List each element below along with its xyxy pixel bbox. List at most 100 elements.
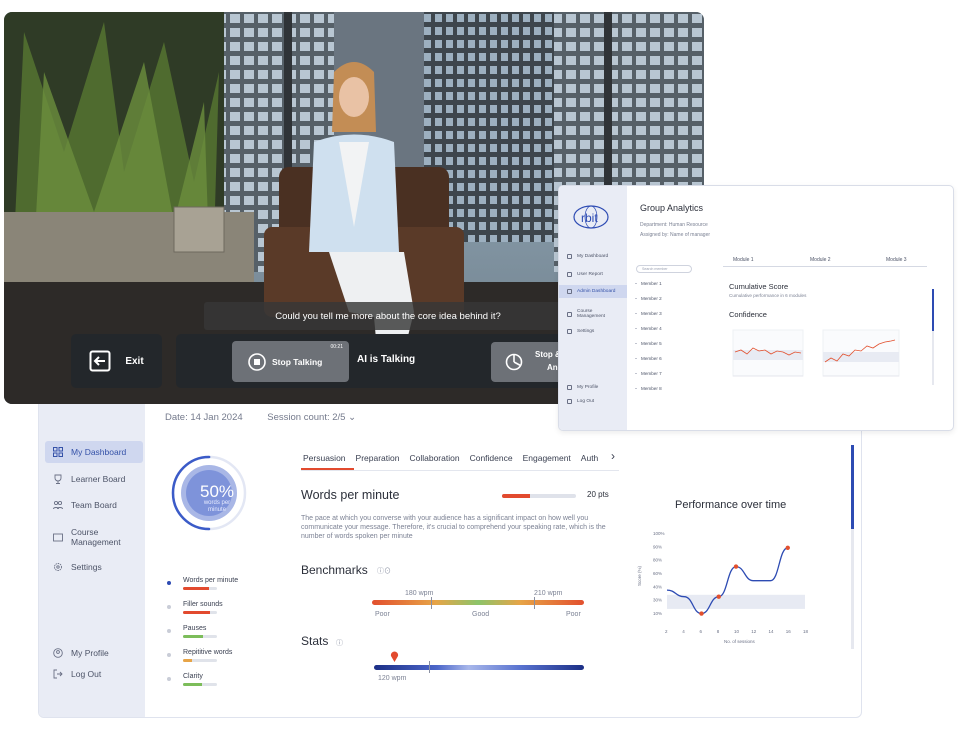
sidebar-item-label: My Profile xyxy=(71,648,109,658)
metric-item[interactable]: Repititive words xyxy=(167,649,257,673)
ga-sidebar-label: Course Management xyxy=(577,309,605,319)
metric-bar xyxy=(183,683,217,686)
metric-bar-fill xyxy=(183,683,202,686)
x-tick-label: 4 xyxy=(682,629,685,634)
benchmark-good: Good xyxy=(472,611,490,618)
member-item[interactable]: Member 4 xyxy=(635,326,662,331)
ga-scrollbar-thumb[interactable] xyxy=(932,289,934,331)
ga-sidebar-course-management[interactable]: Course Management xyxy=(559,306,627,322)
member-item[interactable]: Member 2 xyxy=(635,296,662,301)
location-pin-icon xyxy=(390,651,399,662)
wpm-progress-bar xyxy=(502,494,576,498)
ga-scrollbar[interactable] xyxy=(932,289,934,385)
ga-sidebar: rbit My Dashboard User Report Admin Dash… xyxy=(559,186,627,430)
tab-module-1[interactable]: Module 1 xyxy=(733,257,754,263)
member-item[interactable]: Member 8 xyxy=(635,386,662,391)
folder-icon xyxy=(53,532,63,542)
metric-bar-fill xyxy=(183,587,209,590)
tab-preparation[interactable]: Preparation xyxy=(354,449,408,470)
info-icon[interactable]: ⓘ xyxy=(336,638,343,648)
stats-title: Stats xyxy=(301,634,329,648)
performance-chart: 100% 90% 80% 60% 40% 30% 10% 2 4 6 8 10 12 14 16 18 No. … xyxy=(637,531,809,644)
member-item[interactable]: Member 5 xyxy=(635,341,662,346)
sidebar-item-settings[interactable]: Settings xyxy=(45,556,143,578)
folder-icon xyxy=(567,311,572,317)
question-caption: Could you tell me more about the core id… xyxy=(204,302,572,330)
sidebar-item-label: Course Management xyxy=(71,527,121,547)
ga-department: Department: Human Resource xyxy=(640,222,708,228)
wpm-progress-fill xyxy=(502,494,531,498)
ga-sidebar-user-report[interactable]: User Report xyxy=(559,268,627,281)
metric-bar xyxy=(183,659,217,662)
ga-sidebar-label: My Profile xyxy=(577,385,599,390)
y-tick-label: 100% xyxy=(653,531,665,536)
metric-bar xyxy=(183,611,217,614)
sidebar-item-label: Team Board xyxy=(71,500,117,510)
x-tick-label: 18 xyxy=(803,629,809,634)
metric-item[interactable]: Pauses xyxy=(167,625,257,649)
metric-bar-fill xyxy=(183,611,211,614)
dot-icon xyxy=(167,605,171,609)
metric-item[interactable]: Words per minute xyxy=(167,577,257,601)
sidebar-item-label: Learner Board xyxy=(71,474,126,484)
exit-button[interactable]: Exit xyxy=(71,334,162,388)
module-tab-underline xyxy=(723,266,927,267)
y-tick-label: 30% xyxy=(653,598,662,603)
tab-engagement[interactable]: Engagement xyxy=(521,449,579,470)
session-count[interactable]: Session count: 2/5 ⌄ xyxy=(267,412,356,423)
tab-authenticity[interactable]: Auth xyxy=(579,449,607,470)
exit-icon xyxy=(89,350,111,372)
stats-value: 120 wpm xyxy=(378,675,407,682)
dashboard-window: My Dashboard Learner Board Team Board Co… xyxy=(38,386,862,718)
sidebar-item-log-out[interactable]: Log Out xyxy=(45,663,143,685)
member-item[interactable]: Member 7 xyxy=(635,371,662,376)
ai-status: AI is Talking xyxy=(357,354,416,365)
metric-item[interactable]: Clarity xyxy=(167,673,257,697)
ga-sidebar-admin-dashboard[interactable]: Admin Dashboard xyxy=(559,285,627,298)
member-item[interactable]: Member 1 xyxy=(635,281,662,286)
sidebar-item-course-management[interactable]: Course Management xyxy=(45,522,143,552)
tab-collaboration[interactable]: Collaboration xyxy=(407,449,467,470)
x-tick-label: 14 xyxy=(769,629,775,634)
rbit-logo: rbit xyxy=(573,205,609,229)
chevron-right-icon[interactable]: › xyxy=(611,449,615,463)
tab-module-2[interactable]: Module 2 xyxy=(810,257,831,263)
y-tick-label: 80% xyxy=(653,558,662,563)
benchmark-low-label: 180 wpm xyxy=(405,590,434,597)
stop-talking-button[interactable]: Stop Talking 00:21 xyxy=(232,341,349,382)
ga-sidebar-my-profile[interactable]: My Profile xyxy=(559,381,627,394)
sidebar-item-my-profile[interactable]: My Profile xyxy=(45,642,143,664)
data-point xyxy=(785,545,790,550)
data-point xyxy=(699,611,704,616)
tab-confidence[interactable]: Confidence xyxy=(468,449,521,470)
team-icon xyxy=(567,289,572,294)
member-search-input[interactable]: Search member xyxy=(636,265,692,273)
active-dot-icon xyxy=(167,581,171,585)
performance-chart-title: Performance over time xyxy=(675,499,787,511)
scrollbar-thumb[interactable] xyxy=(851,445,854,529)
trophy-icon xyxy=(53,474,63,484)
y-axis-label: Score (%) xyxy=(637,565,642,586)
stop-analyse-label-1: Stop & xyxy=(535,350,561,359)
sidebar-item-learner-board[interactable]: Learner Board xyxy=(45,468,143,490)
sidebar-item-team-board[interactable]: Team Board xyxy=(45,494,143,516)
info-icon[interactable]: ⓘ⊙ xyxy=(377,566,391,576)
metric-label: Pauses xyxy=(183,625,207,632)
wpm-description: The pace at which you converse with your… xyxy=(301,515,606,540)
tab-module-3[interactable]: Module 3 xyxy=(886,257,907,263)
metric-item[interactable]: Filler sounds xyxy=(167,601,257,625)
ga-sidebar-settings[interactable]: Settings xyxy=(559,325,627,338)
ga-sidebar-log-out[interactable]: Log Out xyxy=(559,395,627,408)
dashboard-sidebar: My Dashboard Learner Board Team Board Co… xyxy=(39,387,145,717)
benchmark-poor-right: Poor xyxy=(566,611,581,618)
ga-sidebar-my-dashboard[interactable]: My Dashboard xyxy=(559,250,627,263)
tab-persuasion[interactable]: Persuasion xyxy=(301,449,354,470)
ring-value: 50% xyxy=(199,482,235,501)
scrollbar[interactable] xyxy=(851,445,854,649)
sidebar-item-my-dashboard[interactable]: My Dashboard xyxy=(45,441,143,463)
member-item[interactable]: Member 3 xyxy=(635,311,662,316)
x-tick-label: 10 xyxy=(734,629,740,634)
member-item[interactable]: Member 6 xyxy=(635,356,662,361)
data-point xyxy=(716,594,721,599)
sidebar-item-label: Log Out xyxy=(71,669,102,679)
